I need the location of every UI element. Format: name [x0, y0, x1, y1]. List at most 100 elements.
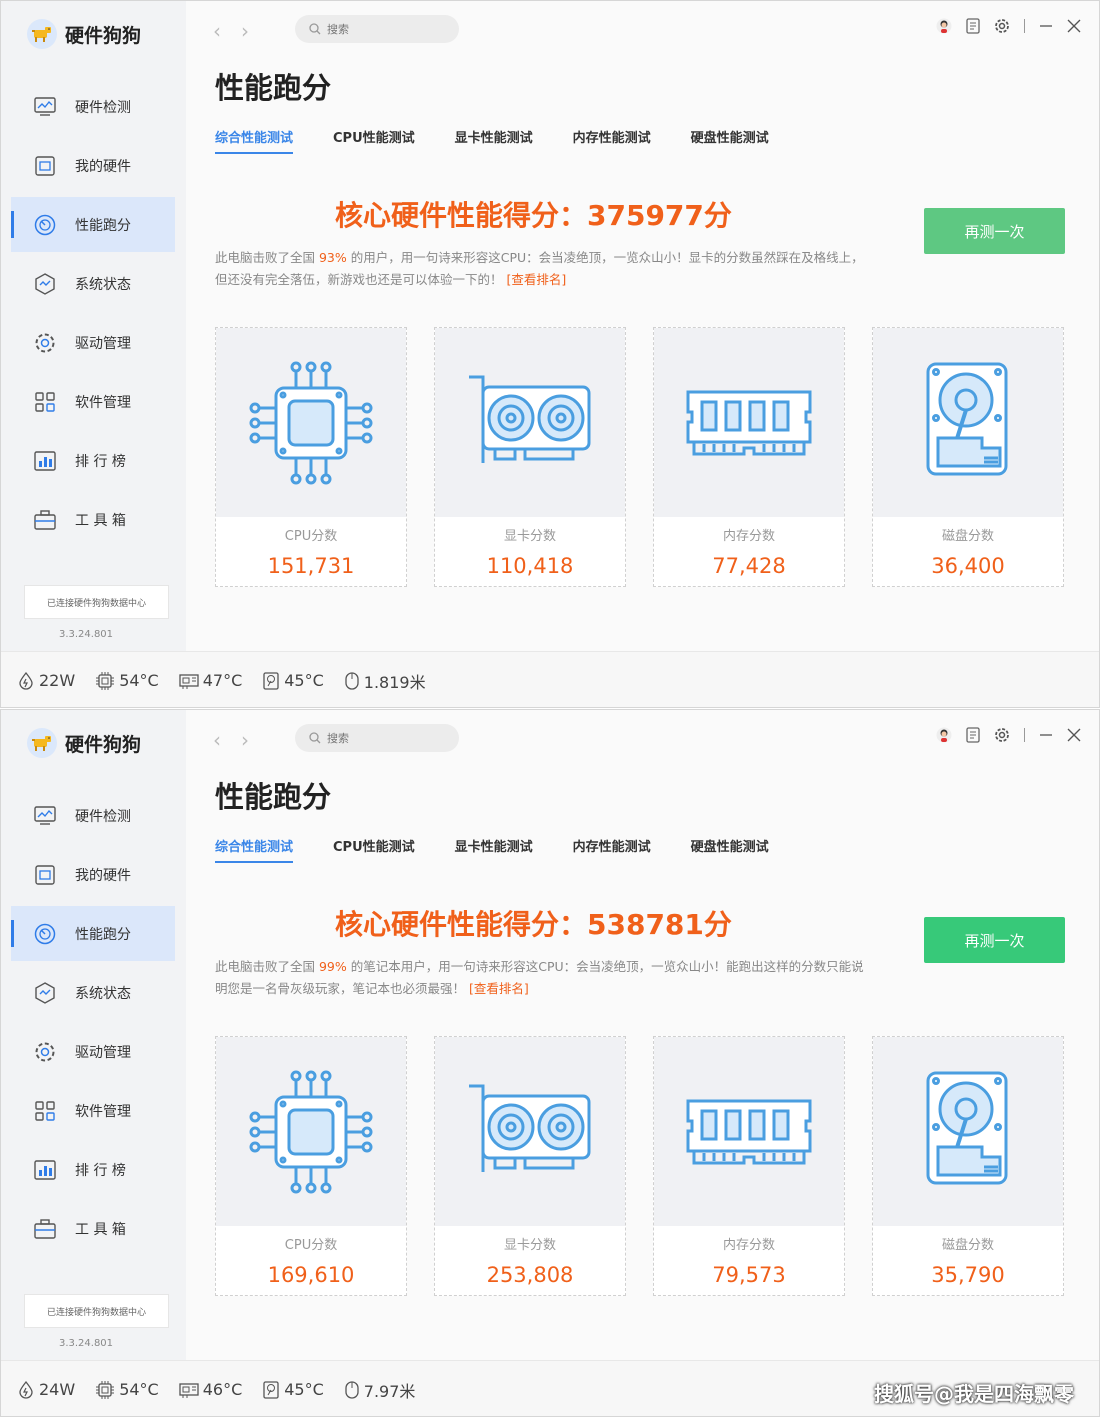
- back-arrow-icon[interactable]: ‹: [213, 728, 221, 752]
- tab-1[interactable]: 综合性能测试: [215, 127, 294, 154]
- desc-prefix: 此电脑击败了全国: [215, 250, 319, 265]
- score-card-2[interactable]: 显卡分数 253,808: [434, 1036, 626, 1296]
- mouse-distance-stat: 7.97米: [344, 1378, 416, 1402]
- tab-4[interactable]: 内存性能测试: [573, 836, 651, 863]
- back-arrow-icon[interactable]: ‹: [213, 19, 221, 43]
- sidebar-item-label: 排 行 榜: [75, 453, 126, 470]
- score-card-value: 169,610: [267, 1263, 355, 1287]
- controls-divider: [1024, 19, 1025, 33]
- score-card-label: 内存分数: [722, 1238, 775, 1253]
- score-card-4[interactable]: 磁盘分数 36,400: [872, 327, 1064, 587]
- controls-divider: [1024, 728, 1025, 742]
- power-value: 24W: [39, 1380, 76, 1399]
- sidebar-item-3[interactable]: 性能跑分: [11, 197, 175, 252]
- tab-1[interactable]: 综合性能测试: [215, 836, 294, 863]
- retest-button[interactable]: 再测一次: [924, 917, 1065, 963]
- search-input[interactable]: [327, 22, 447, 36]
- forward-arrow-icon[interactable]: ›: [241, 19, 249, 43]
- gpu-card-icon: [179, 1382, 199, 1398]
- ranking-icon: [33, 1158, 57, 1182]
- app-window-2: 硬件狗狗 硬件检测 我的硬件 性能跑分 系统状态 驱动管理 软件管理排 行 榜工 具 箱 …: [0, 709, 1100, 1417]
- sidebar-item-7[interactable]: 排 行 榜: [11, 433, 175, 488]
- mouse-distance-value: 7.97米: [363, 1381, 416, 1401]
- tab-5[interactable]: 硬盘性能测试: [691, 127, 769, 154]
- score-card-2[interactable]: 显卡分数 110,418: [434, 327, 626, 587]
- tab-2[interactable]: CPU性能测试: [333, 127, 415, 154]
- memory-module-icon: [654, 1037, 844, 1226]
- test-tabs: 综合性能测试 CPU性能测试 显卡性能测试 内存性能测试 硬盘性能测试: [215, 127, 809, 154]
- view-ranking-link[interactable]: [查看排名]: [469, 981, 529, 996]
- view-ranking-link[interactable]: [查看排名]: [506, 272, 566, 287]
- minimize-icon[interactable]: [1039, 728, 1053, 742]
- sidebar-item-label: 我的硬件: [75, 867, 131, 884]
- forward-arrow-icon[interactable]: ›: [241, 728, 249, 752]
- mouse-distance-value: 1.819米: [363, 672, 426, 692]
- sidebar-item-2[interactable]: 我的硬件: [11, 138, 175, 193]
- apps-grid-icon: [33, 1099, 57, 1123]
- notes-icon[interactable]: [966, 727, 980, 743]
- hard-disk-icon: [873, 1037, 1063, 1226]
- sidebar-item-5[interactable]: 驱动管理: [11, 1024, 175, 1079]
- sidebar-item-6[interactable]: 软件管理: [11, 374, 175, 429]
- page-title: 性能跑分: [215, 780, 332, 814]
- sidebar-item-1[interactable]: 硬件检测: [11, 788, 175, 843]
- user-avatar-icon[interactable]: [936, 727, 952, 743]
- score-card-1[interactable]: CPU分数 169,610: [215, 1036, 407, 1296]
- search-box[interactable]: [295, 15, 459, 43]
- tab-3[interactable]: 显卡性能测试: [455, 127, 533, 154]
- score-card-1[interactable]: CPU分数 151,731: [215, 327, 407, 587]
- sidebar-item-8[interactable]: 工 具 箱: [11, 492, 175, 547]
- status-bar: 22W 54°C 47°C 45°C 1.819米: [1, 651, 1099, 707]
- hardware-list-icon: [33, 154, 57, 178]
- sidebar-item-1[interactable]: 硬件检测: [11, 79, 175, 134]
- score-card-value: 77,428: [712, 554, 786, 578]
- sidebar-item-3[interactable]: 性能跑分: [11, 906, 175, 961]
- score-card-4[interactable]: 磁盘分数 35,790: [872, 1036, 1064, 1296]
- disk-temp-value: 45°C: [284, 671, 324, 690]
- sidebar-item-label: 性能跑分: [75, 926, 131, 943]
- sidebar-item-7[interactable]: 排 行 榜: [11, 1142, 175, 1197]
- settings-icon[interactable]: [994, 18, 1010, 34]
- mouse-distance-stat: 1.819米: [344, 669, 426, 693]
- search-input[interactable]: [327, 731, 447, 745]
- connect-status[interactable]: 已连接硬件狗狗数据中心: [24, 585, 169, 619]
- close-icon[interactable]: [1067, 19, 1081, 33]
- tab-5[interactable]: 硬盘性能测试: [691, 836, 769, 863]
- score-card-3[interactable]: 内存分数 77,428: [653, 327, 845, 587]
- gear-icon: [33, 331, 57, 355]
- sidebar-item-8[interactable]: 工 具 箱: [11, 1201, 175, 1256]
- sidebar-item-label: 驱动管理: [75, 1044, 131, 1061]
- tab-3[interactable]: 显卡性能测试: [455, 836, 533, 863]
- tab-2[interactable]: CPU性能测试: [333, 836, 415, 863]
- disk-temp-value: 45°C: [284, 1380, 324, 1399]
- disk-icon: [263, 671, 279, 690]
- notes-icon[interactable]: [966, 18, 980, 34]
- mouse-icon: [345, 671, 359, 690]
- sidebar-item-2[interactable]: 我的硬件: [11, 847, 175, 902]
- tab-4[interactable]: 内存性能测试: [573, 127, 651, 154]
- sidebar-item-4[interactable]: 系统状态: [11, 965, 175, 1020]
- close-icon[interactable]: [1067, 728, 1081, 742]
- cpu-chip-icon: [96, 1380, 115, 1399]
- connect-status[interactable]: 已连接硬件狗狗数据中心: [24, 1294, 169, 1328]
- cpu-temp-value: 54°C: [119, 671, 159, 690]
- history-nav: ‹ ›: [213, 728, 269, 752]
- sidebar-item-6[interactable]: 软件管理: [11, 1083, 175, 1138]
- sidebar-item-4[interactable]: 系统状态: [11, 256, 175, 311]
- desc-prefix: 此电脑击败了全国: [215, 959, 319, 974]
- retest-button[interactable]: 再测一次: [924, 208, 1065, 254]
- mouse-icon: [345, 1380, 359, 1399]
- score-card-3[interactable]: 内存分数 79,573: [653, 1036, 845, 1296]
- sidebar-item-5[interactable]: 驱动管理: [11, 315, 175, 370]
- user-avatar-icon[interactable]: [936, 18, 952, 34]
- search-box[interactable]: [295, 724, 459, 752]
- sidebar-item-label: 系统状态: [75, 276, 131, 293]
- memory-module-icon: [654, 328, 844, 517]
- gpu-temp-value: 47°C: [202, 671, 243, 690]
- beat-percentage: 99%: [318, 959, 347, 974]
- score-description: 此电脑击败了全国 93% 的用户，用一句诗来形容这CPU：会当凌绝顶，一览众山小…: [215, 247, 875, 291]
- minimize-icon[interactable]: [1039, 19, 1053, 33]
- settings-icon[interactable]: [994, 727, 1010, 743]
- sidebar-item-label: 软件管理: [75, 1103, 131, 1120]
- score-card-label: 显卡分数: [503, 1238, 556, 1253]
